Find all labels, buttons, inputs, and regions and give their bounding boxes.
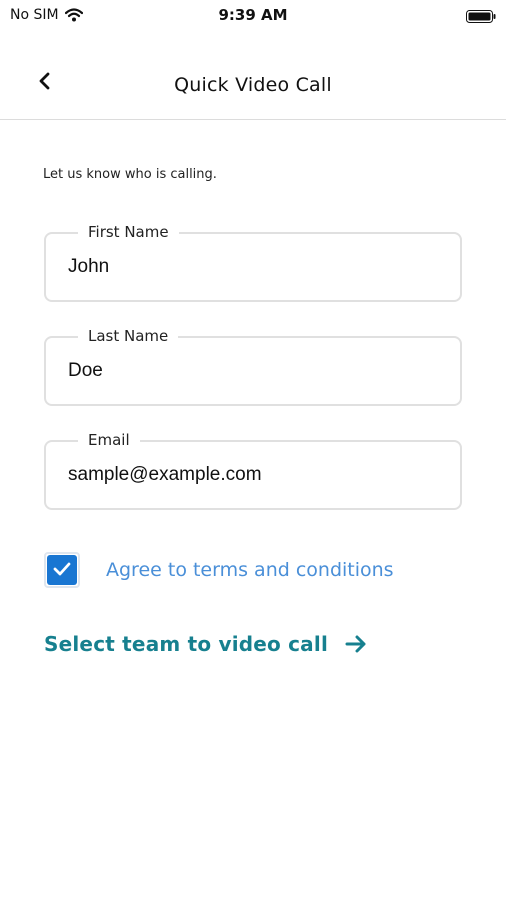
last-name-field[interactable]: Last Name <box>44 326 462 406</box>
email-field[interactable]: Email <box>44 430 462 510</box>
last-name-input[interactable] <box>68 360 438 382</box>
last-name-label: Last Name <box>78 326 179 346</box>
first-name-field[interactable]: First Name <box>44 222 462 302</box>
email-label: Email <box>78 430 140 450</box>
first-name-label: First Name <box>78 222 179 242</box>
checkmark-icon <box>53 561 71 580</box>
select-team-label[interactable]: Select team to video call <box>44 632 328 656</box>
email-input[interactable] <box>68 464 438 486</box>
nav-bar: Quick Video Call <box>0 52 506 120</box>
status-time: 9:39 AM <box>218 6 288 24</box>
checkbox-checked-fill <box>47 555 77 585</box>
agree-terms-checkbox[interactable] <box>44 552 80 588</box>
status-bar: No SIM 9:39 AM <box>0 0 506 30</box>
first-name-input[interactable] <box>68 256 438 278</box>
select-team-link[interactable]: Select team to video call <box>44 632 368 656</box>
intro-text: Let us know who is calling. <box>43 167 217 182</box>
agree-terms-label[interactable]: Agree to terms and conditions <box>106 559 394 581</box>
page-title: Quick Video Call <box>174 74 332 96</box>
battery-icon <box>466 8 496 23</box>
arrow-right-icon[interactable] <box>344 633 368 655</box>
agree-terms-row[interactable]: Agree to terms and conditions <box>44 551 394 589</box>
